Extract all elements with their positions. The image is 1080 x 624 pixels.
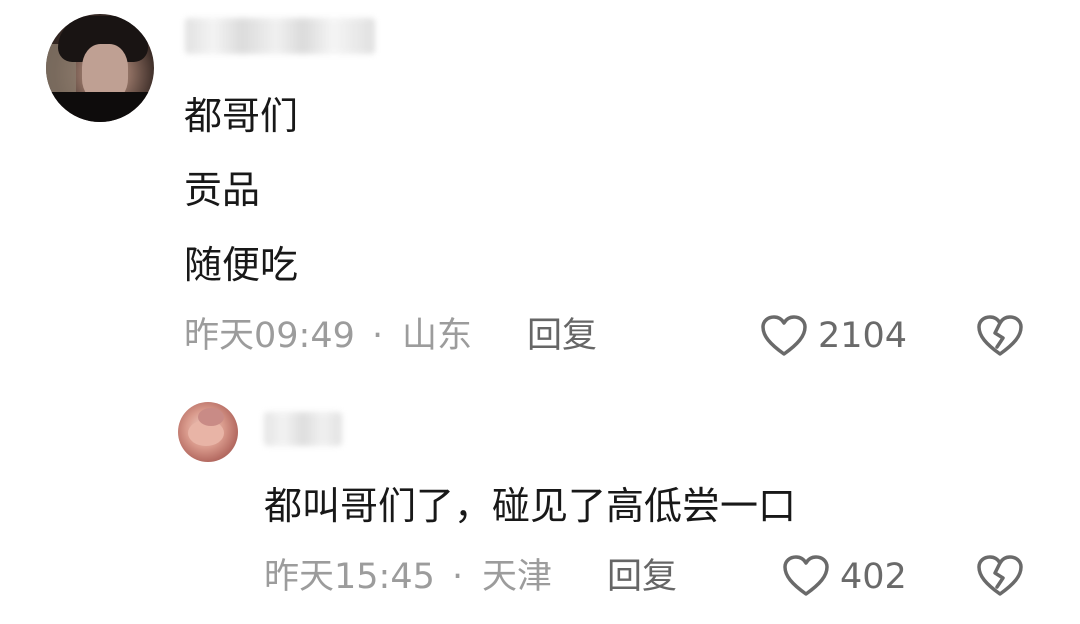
comment-text-line-3: 随便吃 xyxy=(184,243,299,287)
comment-meta-separator: · xyxy=(372,316,384,356)
heart-outline-icon[interactable] xyxy=(760,314,808,358)
reply-timestamp: 昨天15:45 xyxy=(264,557,435,597)
avatar-shape xyxy=(198,408,224,426)
broken-heart-icon[interactable] xyxy=(976,314,1024,358)
reply-reply-button[interactable]: 回复 xyxy=(607,557,677,597)
reply-like-count: 402 xyxy=(840,557,907,597)
replier-avatar[interactable] xyxy=(178,402,238,462)
avatar-shirt xyxy=(46,92,154,122)
comment-timestamp: 昨天09:49 xyxy=(184,316,355,356)
commenter-name-blurred[interactable] xyxy=(185,18,375,54)
replier-name-blurred[interactable] xyxy=(264,412,342,446)
comment-reply-button[interactable]: 回复 xyxy=(527,316,597,356)
comment-text-line-1: 都哥们 xyxy=(184,94,299,138)
reply-text: 都叫哥们了，碰见了高低尝一口 xyxy=(264,484,797,528)
reply-location: 天津 xyxy=(482,557,553,597)
comment-text-line-2: 贡品 xyxy=(184,168,261,212)
heart-outline-icon[interactable] xyxy=(782,554,830,598)
broken-heart-icon[interactable] xyxy=(976,554,1024,598)
comment-location: 山东 xyxy=(402,316,473,356)
commenter-avatar[interactable] xyxy=(46,14,154,122)
reply-meta-separator: · xyxy=(452,557,464,597)
comment-like-count: 2104 xyxy=(818,316,908,356)
